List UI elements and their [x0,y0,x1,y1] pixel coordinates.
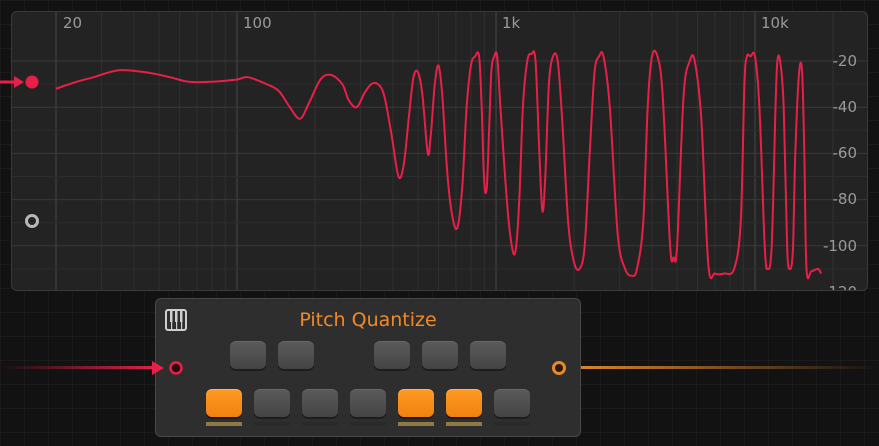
freq-label-20: 20 [63,14,83,32]
key-g[interactable] [398,389,434,417]
key-f[interactable] [350,389,386,417]
output-cable [566,366,879,369]
key-a-sharp[interactable] [470,341,506,369]
key-c-indicator [206,422,242,426]
key-e[interactable] [302,389,338,417]
freq-label-1k: 1k [502,14,521,32]
key-d-indicator [254,422,290,426]
key-b[interactable] [494,389,530,417]
key-b-indicator [494,422,530,426]
key-c[interactable] [206,389,242,417]
input-cable [0,366,160,369]
db-label-minus-40: -40 [832,98,858,116]
analyzer-sidechain-port[interactable] [25,214,39,228]
analyzer-input-port[interactable] [0,72,44,92]
module-title: Pitch Quantize [299,309,437,331]
db-label-minus-120: -120 [823,283,857,290]
db-label-minus-100: -100 [822,237,857,255]
spectrum-curve [55,49,822,280]
db-label-minus-20: -20 [832,52,858,70]
key-d[interactable] [254,389,290,417]
key-g-indicator [398,422,434,426]
key-d-sharp[interactable] [278,341,314,369]
module-output-port[interactable] [552,361,566,375]
spectrum-line [55,49,822,280]
module-input-port[interactable] [152,359,186,377]
db-label-minus-60: -60 [832,144,858,162]
key-g-sharp[interactable] [422,341,458,369]
freq-label-100: 100 [243,14,272,32]
key-f-indicator [350,422,386,426]
key-f-sharp[interactable] [374,341,410,369]
key-a[interactable] [446,389,482,417]
db-label-minus-80: -80 [832,190,858,208]
freq-label-10k: 10k [761,14,789,32]
pitch-quantize-module[interactable]: Pitch Quantize [155,298,581,437]
key-c-sharp[interactable] [230,341,266,369]
key-e-indicator [302,422,338,426]
spectrum-analyzer[interactable]: 20 100 1k 10k -20 -40 -60 -80 -100 -120 [11,11,868,291]
key-a-indicator [446,422,482,426]
